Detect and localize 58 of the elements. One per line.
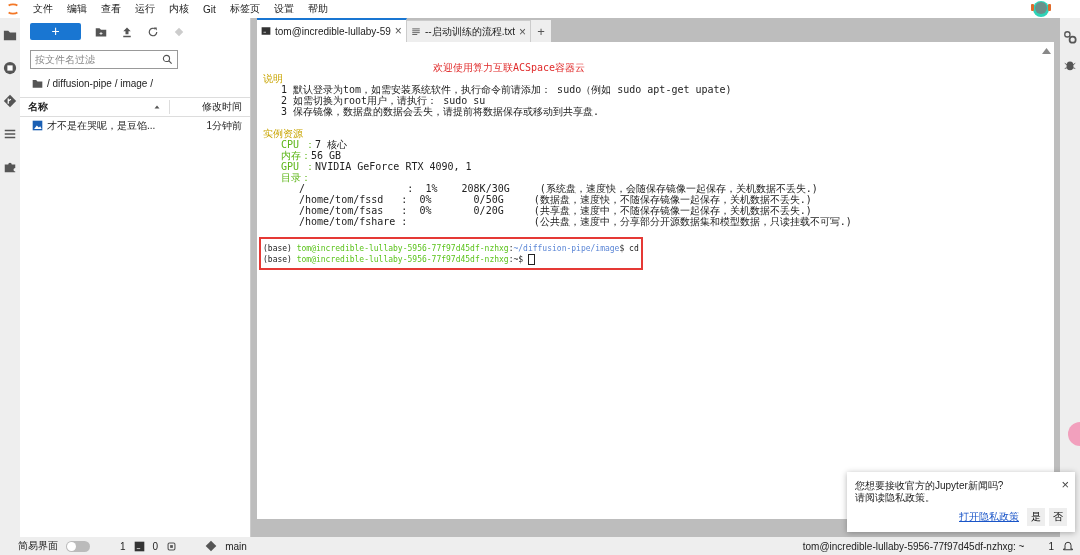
terminal-text: / : 1% 208K/30G (系统盘，速度快，会随保存镜像一起保存，关机数据不丢失.) (299, 183, 818, 194)
terminal-text: CPU ： (281, 139, 316, 150)
terminal-text: 实例资源 (263, 128, 303, 139)
modified-column-header[interactable]: 修改时间 (170, 100, 250, 114)
editor-tab[interactable]: --启动训练的流程.txt × (407, 20, 531, 42)
editor-tab[interactable]: tom@incredible-lullaby-59 × (257, 18, 407, 42)
file-modified: 1分钟前 (206, 118, 243, 133)
terminal-text: /home/tom/fssd : 0% 0/50G (数据盘，速度快，不随保存镜像一起保存，关机数据不丢失.) (299, 194, 812, 205)
menu-item[interactable]: 帮助 (300, 2, 335, 16)
notification-subtext: 请阅读隐私政策。 (855, 492, 935, 504)
terminal-text: 1 默认登录为tom，如需安装系统软件，执行命令前请添加： sudo（例如 sudo apt-get upate) (281, 84, 732, 95)
terminal-text: /home/tom/fsas : 0% 0/20G (共享盘，速度中，不随保存镜像一起保存，关机数据不丢失.) (299, 205, 812, 216)
terminal-text: 7 核心 (315, 139, 348, 150)
terminal-text: 56 GB (311, 150, 342, 161)
menu-item[interactable]: 运行 (128, 2, 162, 16)
terminal-count[interactable]: 1 (120, 540, 126, 552)
menu-item[interactable]: 编辑 (60, 2, 94, 16)
terminal-text: 2 如需切换为root用户，请执行： sudo su (281, 95, 486, 106)
terminal-text: GPU ： (281, 161, 316, 172)
new-launcher-button[interactable]: + (30, 23, 81, 40)
breadcrumb[interactable]: / diffusion-pipe / image / (47, 78, 153, 89)
menu-item[interactable]: 设置 (266, 2, 301, 16)
terminal-host: tom@incredible-lullaby-5956-77f97d45df-nzhxg: ~ (802, 540, 1025, 552)
terminal-text: 目录： (281, 172, 311, 183)
filter-field[interactable]: 按文件名过滤 (30, 50, 178, 69)
terminal-text: ~/diffusion-pipe/image (513, 244, 620, 253)
kernel-count[interactable]: 0 (152, 540, 159, 552)
answer-button[interactable]: 是 (1027, 508, 1045, 526)
terminal-text: ~$ (513, 255, 525, 264)
menu-item[interactable]: Git (196, 3, 223, 15)
privacy-link[interactable]: 打开隐私政策 (959, 510, 1019, 524)
terminal-text: 内存： (281, 150, 311, 161)
menu-item[interactable]: 查看 (94, 2, 128, 16)
menu-item[interactable]: 内核 (162, 2, 196, 16)
terminal-text: 3 保存镜像，数据盘的数据会丢失，请提前将数据保存或移动到共享盘. (281, 106, 600, 117)
close-icon[interactable]: × (394, 24, 402, 38)
terminal-text: 欢迎使用算力互联ACSpace容器云 (433, 62, 586, 73)
terminal-text: tom@incredible-lullaby-5956-77f97d45df-nzhxg (296, 244, 509, 253)
notification-message: 您想要接收官方的Jupyter新闻吗? (855, 480, 1004, 492)
simple-mode-label: 简易界面 (18, 539, 58, 553)
new-tab-button[interactable]: + (531, 20, 551, 42)
close-icon[interactable]: × (519, 24, 526, 39)
terminal-text: : (508, 255, 514, 264)
terminal-text: (base) (263, 255, 293, 264)
menu-item[interactable]: 标签页 (222, 2, 267, 16)
branch-name[interactable]: main (225, 540, 247, 552)
notification-count[interactable]: 1 (1048, 540, 1054, 552)
terminal-text: NVIDIA GeForce RTX 4090, 1 (315, 161, 472, 172)
menu-item[interactable]: 文件 (26, 2, 60, 16)
name-column-header[interactable]: 名称 (20, 100, 170, 114)
terminal-text: : (508, 244, 514, 253)
file-name[interactable]: 才不是在哭呢，是豆馅... (47, 118, 207, 133)
answer-button[interactable]: 否 (1049, 508, 1067, 526)
terminal-text: /home/tom/fshare : (公共盘，速度中，分享部分开源数据集和模型数据，只读挂载不可写.) (299, 216, 852, 227)
terminal-text: 说明 (263, 73, 283, 84)
terminal-text: (base) (263, 244, 293, 253)
terminal-text: $ cd (619, 244, 639, 253)
terminal-text: tom@incredible-lullaby-5956-77f97d45df-nzhxg (296, 255, 509, 264)
